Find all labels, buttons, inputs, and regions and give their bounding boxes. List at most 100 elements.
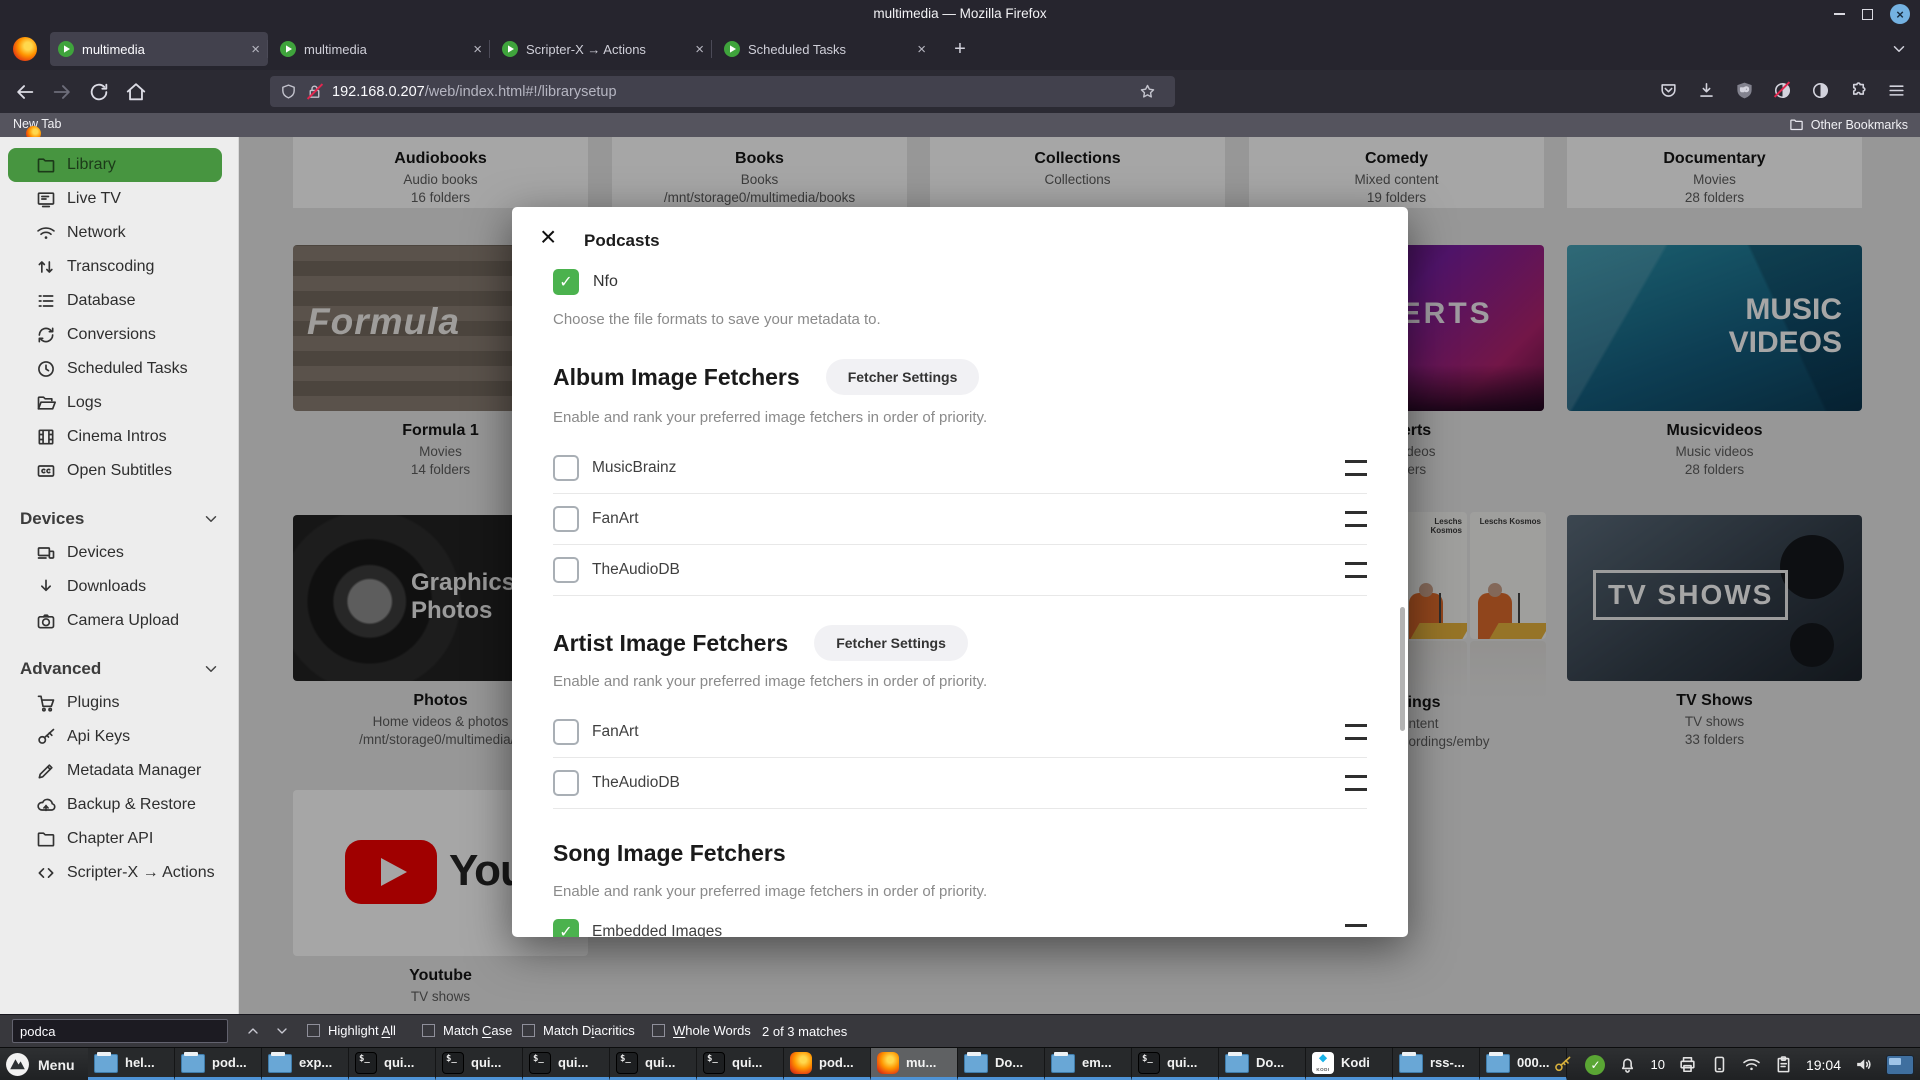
sidebar-item-chapter-api[interactable]: Chapter API (8, 822, 222, 856)
sidebar-item-devices[interactable]: Devices (8, 536, 222, 570)
fetcher-label[interactable]: TheAudioDB (592, 561, 680, 579)
sidebar-section-advanced[interactable]: Advanced (0, 652, 238, 686)
volume-icon[interactable] (1854, 1055, 1873, 1074)
sidebar-item-backup-restore[interactable]: Backup & Restore (8, 788, 222, 822)
checkbox[interactable] (422, 1024, 435, 1037)
back-icon[interactable] (14, 81, 36, 103)
maximize-icon[interactable] (1862, 9, 1873, 20)
sidebar-section-devices[interactable]: Devices (0, 502, 238, 536)
tab-scripter-x[interactable]: Scripter-X → Actions × (494, 32, 712, 66)
sidebar-item-camera-upload[interactable]: Camera Upload (8, 604, 222, 638)
window-switcher-widget[interactable] (1886, 1055, 1914, 1075)
highlight-all-option[interactable]: Highlight All (307, 1023, 396, 1038)
fetcher-settings-button[interactable]: Fetcher Settings (814, 625, 968, 661)
checkbox[interactable] (307, 1024, 320, 1037)
find-next-icon[interactable] (274, 1023, 290, 1039)
find-input[interactable] (12, 1019, 228, 1043)
bookmark-star-icon[interactable] (1139, 83, 1156, 100)
proxy-disabled-icon[interactable] (1773, 81, 1792, 100)
sidebar-item-conversions[interactable]: Conversions (8, 318, 222, 352)
task-qui-3[interactable]: $_qui... (523, 1048, 610, 1080)
tab-scheduled-tasks[interactable]: Scheduled Tasks × (716, 32, 934, 66)
insecure-lock-icon[interactable] (306, 83, 323, 100)
sidebar-item-cinema-intros[interactable]: Cinema Intros (8, 420, 222, 454)
downloads-icon[interactable] (1697, 81, 1716, 100)
app-menu-icon[interactable] (1887, 81, 1906, 100)
sidebar-item-downloads[interactable]: Downloads (8, 570, 222, 604)
new-tab-button[interactable]: + (948, 38, 972, 62)
task-qui-2[interactable]: $_qui... (436, 1048, 523, 1080)
close-icon[interactable]: × (540, 223, 556, 251)
task-em[interactable]: em... (1045, 1048, 1132, 1080)
find-previous-icon[interactable] (245, 1023, 261, 1039)
clipboard-icon[interactable] (1774, 1055, 1793, 1074)
list-all-tabs-icon[interactable] (1890, 40, 1908, 58)
sidebar-item-logs[interactable]: Logs (8, 386, 222, 420)
drag-handle-icon[interactable] (1345, 775, 1367, 791)
url-bar[interactable]: 192.168.0.207/web/index.html#!/libraryse… (270, 76, 1175, 107)
drag-handle-icon[interactable] (1345, 724, 1367, 740)
checkbox[interactable] (553, 770, 579, 796)
sidebar-item-database[interactable]: Database (8, 284, 222, 318)
sidebar-item-plugins[interactable]: Plugins (8, 686, 222, 720)
reload-icon[interactable] (88, 81, 110, 103)
notifications-bell-icon[interactable] (1618, 1055, 1637, 1074)
bookmark-new-tab[interactable]: New Tab (13, 117, 61, 131)
nfo-label[interactable]: Nfo (593, 273, 618, 291)
fetcher-label[interactable]: Embedded Images (592, 923, 722, 937)
other-bookmarks[interactable]: Other Bookmarks (1789, 117, 1908, 132)
drag-handle-icon[interactable] (1345, 562, 1367, 578)
home-icon[interactable] (125, 81, 147, 103)
tab-close-icon[interactable]: × (251, 42, 260, 57)
fetcher-label[interactable]: FanArt (592, 510, 639, 528)
forward-icon[interactable] (51, 81, 73, 103)
task-do-2[interactable]: Do... (1219, 1048, 1306, 1080)
sidebar-item-metadata-manager[interactable]: Metadata Manager (8, 754, 222, 788)
sidebar-item-transcoding[interactable]: Transcoding (8, 250, 222, 284)
tab-multimedia-2[interactable]: multimedia × (272, 32, 490, 66)
key-icon[interactable] (1553, 1055, 1572, 1074)
sidebar-item-live-tv[interactable]: Live TV (8, 182, 222, 216)
tab-close-icon[interactable]: × (695, 42, 704, 57)
drag-handle-icon[interactable] (1345, 511, 1367, 527)
printer-icon[interactable] (1678, 1055, 1697, 1074)
sidebar-item-network[interactable]: Network (8, 216, 222, 250)
task-qui-4[interactable]: $_qui... (610, 1048, 697, 1080)
checkbox[interactable] (522, 1024, 535, 1037)
sidebar-item-scheduled-tasks[interactable]: Scheduled Tasks (8, 352, 222, 386)
phone-link-icon[interactable] (1710, 1055, 1729, 1074)
tracking-protection-shield-icon[interactable] (280, 83, 297, 100)
match-case-option[interactable]: Match Case (422, 1023, 512, 1038)
task-qui-5[interactable]: $_qui... (697, 1048, 784, 1080)
task-qui-6[interactable]: $_qui... (1132, 1048, 1219, 1080)
task-hel[interactable]: hel... (88, 1048, 175, 1080)
updates-ok-icon[interactable]: ✓ (1585, 1055, 1605, 1075)
extensions-icon[interactable] (1849, 81, 1868, 100)
wifi-icon[interactable] (1742, 1055, 1761, 1074)
task-qui-1[interactable]: $_qui... (349, 1048, 436, 1080)
tab-close-icon[interactable]: × (917, 42, 926, 57)
sidebar-item-scripter-x[interactable]: Scripter-X → Actions (8, 856, 222, 890)
whole-words-option[interactable]: Whole Words (652, 1023, 751, 1038)
fetcher-label[interactable]: MusicBrainz (592, 459, 676, 477)
task-pod[interactable]: pod... (175, 1048, 262, 1080)
task-rss[interactable]: rss-... (1393, 1048, 1480, 1080)
task-exp[interactable]: exp... (262, 1048, 349, 1080)
drag-handle-icon[interactable] (1345, 460, 1367, 476)
ublock-origin-icon[interactable]: uO (1735, 81, 1754, 100)
task-do-1[interactable]: Do... (958, 1048, 1045, 1080)
fetcher-settings-button[interactable]: Fetcher Settings (826, 359, 980, 395)
checkbox[interactable] (553, 719, 579, 745)
tab-close-icon[interactable]: × (473, 42, 482, 57)
drag-handle-icon[interactable] (1345, 924, 1367, 937)
checkbox[interactable] (553, 557, 579, 583)
task-pod-firefox[interactable]: pod... (784, 1048, 871, 1080)
sidebar-item-api-keys[interactable]: Api Keys (8, 720, 222, 754)
fetcher-label[interactable]: FanArt (592, 723, 639, 741)
minimize-icon[interactable] (1834, 13, 1845, 15)
pocket-icon[interactable] (1659, 81, 1678, 100)
dark-reader-icon[interactable] (1811, 81, 1830, 100)
fetcher-label[interactable]: TheAudioDB (592, 774, 680, 792)
clock[interactable]: 19:04 (1806, 1057, 1841, 1073)
checkbox[interactable] (553, 506, 579, 532)
